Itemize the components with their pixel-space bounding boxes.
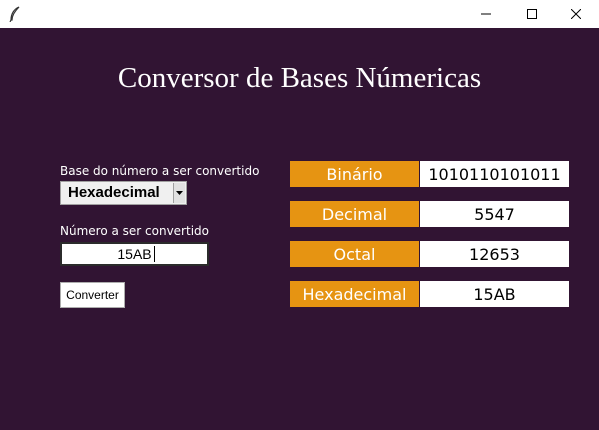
minimize-button[interactable] — [463, 0, 509, 28]
minimize-icon — [481, 9, 491, 19]
close-button[interactable] — [553, 0, 599, 28]
maximize-icon — [527, 9, 537, 19]
result-value-binary: 1010110101011 — [420, 161, 569, 187]
convert-button[interactable]: Converter — [60, 282, 125, 308]
result-label-binary: Binário — [290, 161, 419, 187]
result-label-octal: Octal — [290, 241, 419, 267]
base-select-value: Hexadecimal — [68, 184, 160, 201]
close-icon — [571, 9, 581, 19]
result-value-decimal: 5547 — [420, 201, 569, 227]
result-value-octal: 12653 — [420, 241, 569, 267]
window-titlebar — [0, 0, 599, 28]
number-input[interactable] — [60, 242, 209, 266]
base-select[interactable]: Hexadecimal — [60, 181, 187, 205]
number-label: Número a ser convertido — [60, 224, 209, 238]
chevron-down-icon[interactable] — [173, 183, 185, 203]
result-label-decimal: Decimal — [290, 201, 419, 227]
page-title: Conversor de Bases Númericas — [117, 62, 482, 94]
app-window: Conversor de Bases Númericas Base do núm… — [0, 28, 599, 430]
result-label-hexadecimal: Hexadecimal — [290, 281, 419, 307]
maximize-button[interactable] — [509, 0, 555, 28]
result-value-hexadecimal: 15AB — [420, 281, 569, 307]
feather-icon — [8, 6, 22, 23]
text-caret — [154, 246, 155, 262]
base-label: Base do número a ser convertido — [60, 164, 260, 178]
